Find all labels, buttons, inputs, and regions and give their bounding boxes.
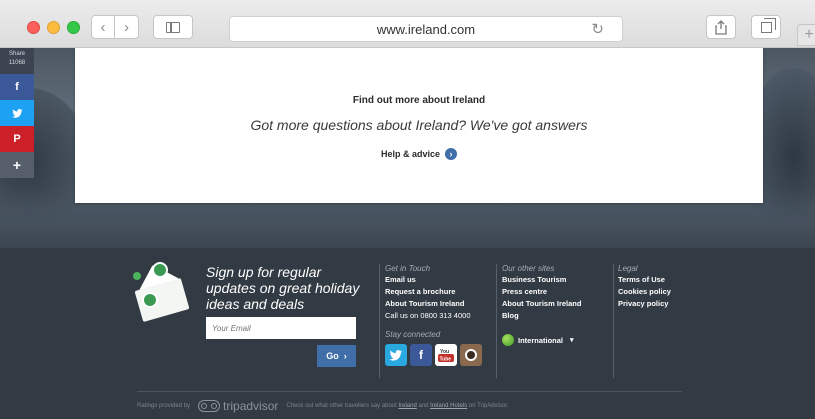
- minimize-window-button[interactable]: [47, 21, 60, 34]
- other-sites-column: Our other sites Business Tourism Press c…: [502, 264, 581, 346]
- legal-column: Legal Terms of Use Cookies policy Privac…: [618, 264, 671, 310]
- svg-text:Tube: Tube: [440, 357, 452, 363]
- newsletter-heading: Sign up for regular updates on great hol…: [206, 264, 360, 312]
- twitter-icon[interactable]: [0, 100, 34, 126]
- ratings-bar: Ratings provided by tripadvisor Check ou…: [137, 399, 509, 413]
- help-advice-link[interactable]: Help & advice ›: [75, 148, 763, 160]
- ireland-link[interactable]: Ireland: [398, 403, 416, 409]
- help-advice-label: Help & advice: [380, 149, 441, 159]
- site-footer: Sign up for regular updates on great hol…: [0, 248, 815, 419]
- region-label: International: [518, 335, 564, 345]
- request-brochure-link[interactable]: Request a brochure: [385, 286, 482, 298]
- contact-heading: Get in Touch: [385, 264, 431, 273]
- divider: [613, 264, 614, 378]
- share-icon[interactable]: [706, 15, 736, 39]
- divider: [496, 264, 497, 378]
- facebook-icon[interactable]: f: [0, 74, 34, 100]
- address-bar[interactable]: www.ireland.com ↻: [229, 16, 623, 42]
- region-selector[interactable]: International ▾: [502, 334, 581, 346]
- url-text: www.ireland.com: [376, 21, 476, 37]
- info-card: Find out more about Ireland Got more que…: [75, 48, 763, 203]
- ratings-provided-by: Ratings provided by: [137, 403, 191, 409]
- other-sites-heading: Our other sites: [502, 264, 555, 273]
- press-centre-link[interactable]: Press centre: [502, 286, 581, 298]
- chevron-down-icon: ▾: [570, 337, 574, 344]
- tabs-icon[interactable]: [751, 15, 781, 39]
- legal-heading: Legal: [618, 264, 638, 273]
- globe-icon: [502, 334, 514, 346]
- terms-link[interactable]: Terms of Use: [618, 274, 671, 286]
- tripadvisor-logo[interactable]: tripadvisor: [198, 399, 278, 413]
- share-label: Share: [8, 51, 25, 57]
- facebook-icon[interactable]: f: [410, 344, 432, 366]
- business-tourism-link[interactable]: Business Tourism: [502, 274, 581, 286]
- ireland-hotels-link[interactable]: Ireland Hotels: [430, 403, 467, 409]
- stay-connected-heading: Stay connected: [385, 330, 441, 339]
- cookies-link[interactable]: Cookies policy: [618, 286, 671, 298]
- browser-toolbar: ‹ › www.ireland.com ↻ +: [0, 0, 815, 48]
- go-button[interactable]: Go ›: [317, 345, 356, 367]
- chevron-right-icon: ›: [343, 351, 347, 361]
- newsletter-envelope-icon: [130, 262, 196, 326]
- pinterest-icon[interactable]: P: [0, 126, 34, 152]
- zoom-window-button[interactable]: [67, 21, 80, 34]
- youtube-icon[interactable]: You Tube: [435, 344, 457, 366]
- share-count-value: 11068: [8, 60, 26, 66]
- plus-icon[interactable]: +: [0, 152, 34, 178]
- reload-icon[interactable]: ↻: [591, 20, 604, 38]
- about-tourism-link[interactable]: About Tourism Ireland: [385, 298, 482, 310]
- plus-icon[interactable]: +: [797, 24, 815, 46]
- chevron-left-icon[interactable]: ‹: [91, 15, 115, 39]
- email-input[interactable]: [206, 317, 356, 339]
- arrow-right-icon: ›: [445, 148, 458, 160]
- svg-text:You: You: [440, 349, 449, 355]
- card-subtitle: Got more questions about Ireland? We've …: [250, 117, 588, 133]
- social-links: f You Tube: [385, 344, 482, 366]
- ratings-prefix: Check out what other travellers say abou…: [286, 403, 397, 409]
- share-sidebar: Share 11068 f P +: [0, 48, 34, 178]
- twitter-icon[interactable]: [385, 344, 407, 366]
- contact-column: Get in Touch Email us Request a brochure…: [385, 264, 482, 366]
- instagram-icon[interactable]: [460, 344, 482, 366]
- ratings-and: and: [418, 403, 429, 409]
- close-window-button[interactable]: [27, 21, 40, 34]
- card-title: Find out more about Ireland: [352, 95, 486, 106]
- share-count: Share 11068: [0, 48, 34, 74]
- privacy-link[interactable]: Privacy policy: [618, 298, 671, 310]
- blog-link[interactable]: Blog: [502, 310, 581, 322]
- email-us-link[interactable]: Email us: [385, 274, 482, 286]
- tripadvisor-brand: tripadvisor: [223, 399, 279, 413]
- footer-divider: [137, 391, 682, 392]
- web-page: Find out more about Ireland Got more que…: [0, 48, 815, 419]
- sidebar-icon[interactable]: [153, 15, 193, 39]
- go-label: Go: [326, 351, 339, 361]
- chevron-right-icon[interactable]: ›: [115, 15, 139, 39]
- phone-text: Call us on 0800 313 4000: [385, 311, 471, 320]
- ratings-suffix: on TripAdvisor.: [468, 403, 509, 409]
- tripadvisor-owl-icon: [198, 400, 221, 412]
- divider: [379, 264, 380, 378]
- ratings-text: Check out what other travellers say abou…: [286, 403, 508, 409]
- about-tourism-ireland-link[interactable]: About Tourism Ireland: [502, 298, 581, 310]
